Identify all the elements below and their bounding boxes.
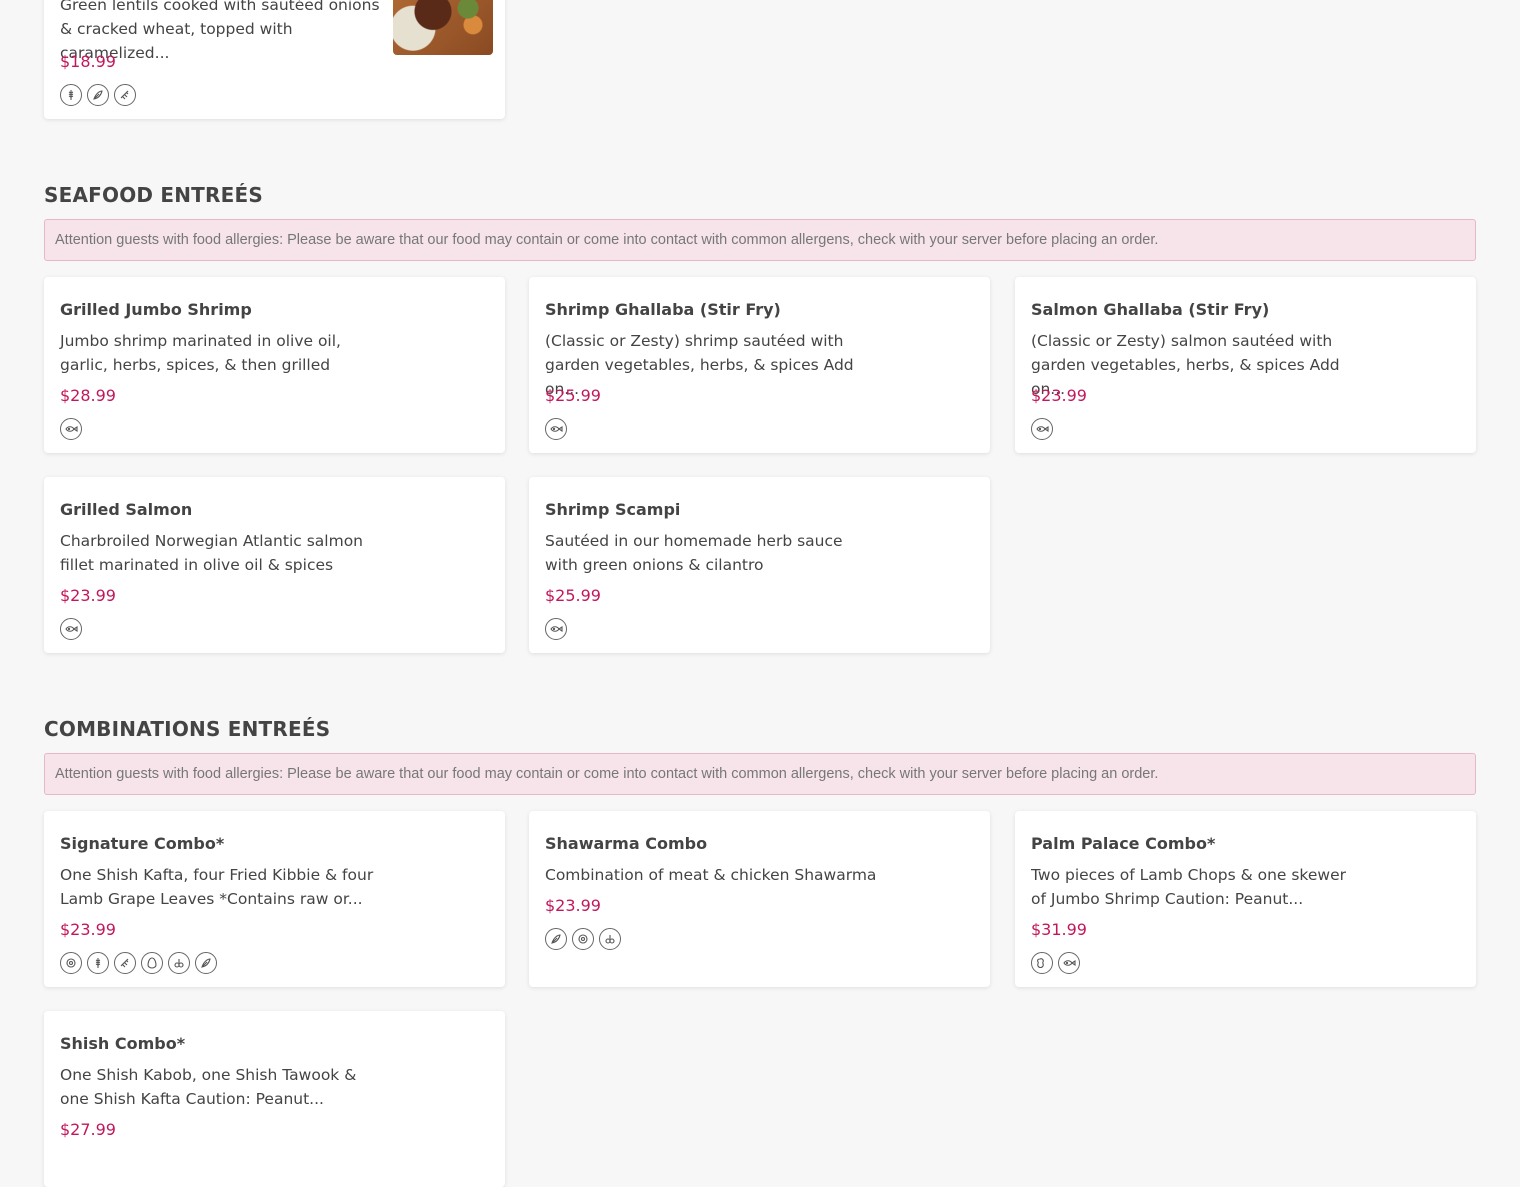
menu-item-price: $28.99 [60, 386, 116, 405]
tree-nut-icon [168, 952, 190, 974]
allergen-icons [545, 418, 567, 440]
allergen-icons [1031, 418, 1053, 440]
menu-item-name: Palm Palace Combo* [1031, 834, 1216, 853]
menu-item-card[interactable]: Palm Palace Combo* Two pieces of Lamb Ch… [1015, 811, 1476, 987]
allergen-icons [545, 618, 567, 640]
menu-item-card[interactable]: Shawarma Combo Combination of meat & chi… [529, 811, 990, 987]
allergen-icons [60, 418, 82, 440]
peanut-icon [1031, 952, 1053, 974]
menu-item-card[interactable]: Shrimp Ghallaba (Stir Fry) (Classic or Z… [529, 277, 990, 453]
menu-item-card[interactable]: Grilled Salmon Charbroiled Norwegian Atl… [44, 477, 505, 653]
menu-item-card[interactable]: Salmon Ghallaba (Stir Fry) (Classic or Z… [1015, 277, 1476, 453]
menu-item-name: Shrimp Ghallaba (Stir Fry) [545, 300, 781, 319]
menu-item-name: Grilled Jumbo Shrimp [60, 300, 252, 319]
menu-item-card[interactable]: Shrimp Scampi Sautéed in our homemade he… [529, 477, 990, 653]
wheat-icon [60, 84, 82, 106]
menu-item-price: $27.99 [60, 1120, 116, 1139]
menu-item-price: $25.99 [545, 386, 601, 405]
menu-item-name: Grilled Salmon [60, 500, 193, 519]
menu-item-photo [393, 0, 493, 55]
section-title-combinations: COMBINATIONS ENTREÉS [44, 717, 331, 741]
fish-icon [545, 618, 567, 640]
menu-item-description: Jumbo shrimp marinated in olive oil, gar… [60, 332, 341, 374]
menu-item-name: Shawarma Combo [545, 834, 708, 853]
allergen-icons [60, 84, 136, 106]
menu-item-price: $23.99 [545, 896, 601, 915]
dairy-icon [572, 928, 594, 950]
fish-icon [60, 618, 82, 640]
soy-icon [195, 952, 217, 974]
section-title-seafood: SEAFOOD ENTREÉS [44, 183, 263, 207]
soy-icon [545, 928, 567, 950]
menu-item-price: $25.99 [545, 586, 601, 605]
egg-icon [141, 952, 163, 974]
menu-item-name: Salmon Ghallaba (Stir Fry) [1031, 300, 1270, 319]
menu-item-description: Charbroiled Norwegian Atlantic salmon fi… [60, 532, 363, 574]
menu-item-price: $31.99 [1031, 920, 1087, 939]
fish-icon [545, 418, 567, 440]
menu-item-price: $23.99 [60, 920, 116, 939]
dairy-icon [60, 952, 82, 974]
menu-item-description: Sautéed in our homemade herb sauce with … [545, 532, 843, 574]
menu-item-card[interactable]: Signature Combo* One Shish Kafta, four F… [44, 811, 505, 987]
allergen-icons [60, 618, 82, 640]
menu-item-name: Signature Combo* [60, 834, 225, 853]
fish-icon [1031, 418, 1053, 440]
allergy-notice: Attention guests with food allergies: Pl… [44, 219, 1476, 261]
fish-icon [60, 418, 82, 440]
menu-item-name: Shrimp Scampi [545, 500, 681, 519]
soy-icon [87, 84, 109, 106]
fish-icon [1058, 952, 1080, 974]
sesame-icon [114, 952, 136, 974]
allergen-icons [60, 952, 217, 974]
menu-item-description: Combination of meat & chicken Shawarma [545, 866, 877, 884]
menu-item-card[interactable]: Grilled Jumbo Shrimp Jumbo shrimp marina… [44, 277, 505, 453]
menu-item-card[interactable]: Green lentils cooked with sautéed onions… [44, 0, 505, 119]
menu-item-price: $23.99 [1031, 386, 1087, 405]
allergen-icons [545, 928, 621, 950]
menu-item-name: Shish Combo* [60, 1034, 186, 1053]
menu-item-price: $18.99 [60, 52, 116, 71]
menu-item-card[interactable]: Shish Combo* One Shish Kabob, one Shish … [44, 1011, 505, 1187]
allergy-notice: Attention guests with food allergies: Pl… [44, 753, 1476, 795]
tree-nut-icon [599, 928, 621, 950]
menu-item-description: One Shish Kabob, one Shish Tawook & one … [60, 1066, 357, 1108]
menu-item-description: Two pieces of Lamb Chops & one skewer of… [1031, 866, 1346, 908]
menu-item-description: One Shish Kafta, four Fried Kibbie & fou… [60, 866, 374, 908]
wheat-icon [87, 952, 109, 974]
allergen-icons [1031, 952, 1080, 974]
menu-item-price: $23.99 [60, 586, 116, 605]
sesame-icon [114, 84, 136, 106]
